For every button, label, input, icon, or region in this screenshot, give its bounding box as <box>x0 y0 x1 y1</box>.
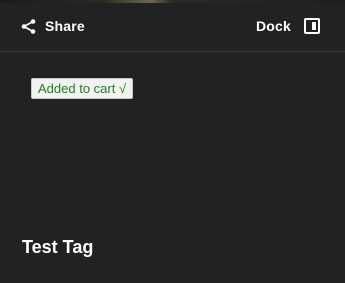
added-to-cart-badge[interactable]: Added to cart √ <box>31 78 134 99</box>
panel-toolbar: Share Dock <box>0 0 345 52</box>
dock-button[interactable]: Dock <box>256 15 320 37</box>
tag-title: Test Tag <box>22 237 94 257</box>
dock-label: Dock <box>255 18 291 34</box>
share-button[interactable]: Share <box>20 15 85 37</box>
dock-panel-icon <box>304 18 320 34</box>
share-label: Share <box>45 18 85 34</box>
share-icon <box>21 18 36 34</box>
